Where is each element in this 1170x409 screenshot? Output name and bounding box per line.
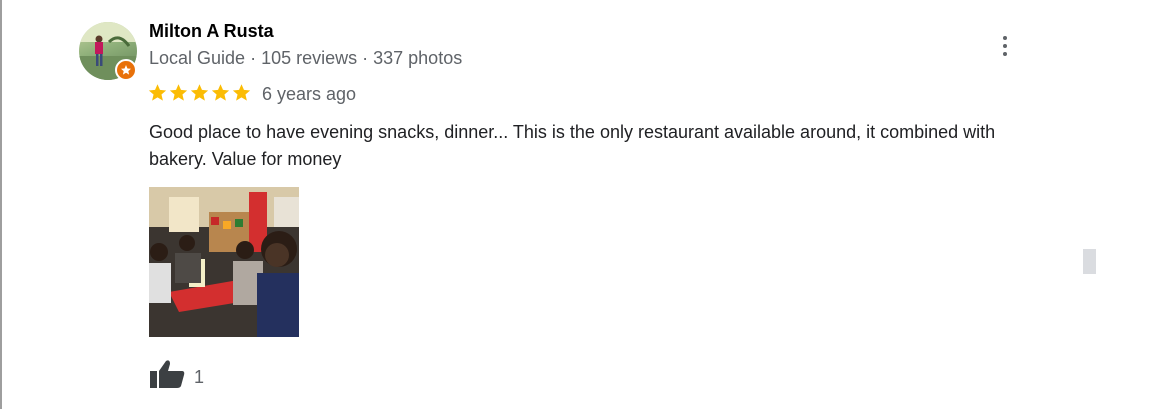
author-level: Local Guide [149, 48, 246, 68]
scrollbar-thumb[interactable] [1083, 249, 1096, 274]
review-card: Milton A Rusta Local Guide · 105 reviews · 3… [0, 0, 1170, 409]
more-vert-icon [1003, 36, 1007, 40]
meta-separator: · [362, 48, 369, 68]
window-left-edge [0, 0, 2, 409]
reviews-count: 105 reviews [261, 48, 358, 68]
review-date: 6 years ago [262, 84, 357, 104]
star-icon [232, 84, 251, 101]
star-icon [190, 84, 209, 101]
meta-separator: · [250, 48, 257, 68]
review-text: Good place to have evening snacks, dinne… [149, 122, 996, 169]
more-options-button[interactable] [994, 33, 1016, 59]
local-guide-badge-icon [115, 59, 137, 81]
author-meta: Local Guide · 105 reviews · 337 photos [149, 48, 462, 69]
like-count: 1 [194, 367, 205, 387]
photos-count: 337 photos [373, 48, 463, 68]
star-icon [211, 84, 230, 101]
review-photo[interactable] [149, 187, 299, 337]
star-icon [148, 84, 167, 101]
avatar[interactable] [79, 22, 137, 81]
like-button[interactable] [149, 359, 185, 389]
thumb-up-icon [150, 360, 185, 388]
author-name[interactable]: Milton A Rusta [149, 21, 274, 42]
star-icon [169, 84, 188, 101]
star-rating [148, 83, 251, 103]
